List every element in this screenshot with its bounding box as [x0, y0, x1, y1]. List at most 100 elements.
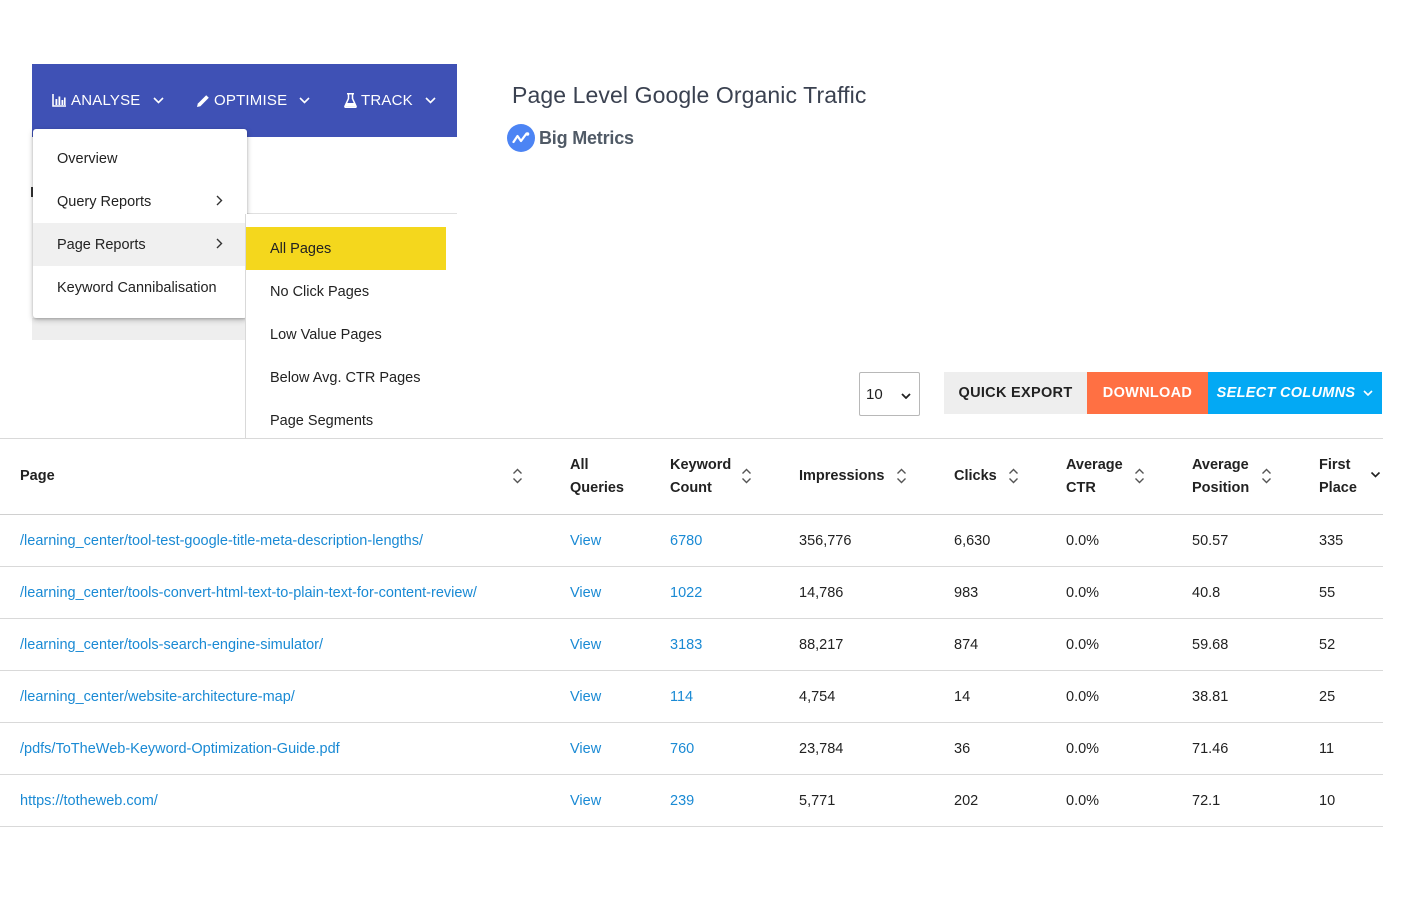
select-columns-label: SELECT COLUMNS: [1216, 385, 1356, 401]
submenu-item-below-avg-ctr-pages[interactable]: Below Avg. CTR Pages: [246, 356, 446, 399]
rows-per-page-select[interactable]: 10: [859, 372, 920, 416]
first-place-cell: 10: [1319, 792, 1336, 809]
submenu-item-low-value-pages[interactable]: Low Value Pages: [246, 313, 446, 356]
menu-item-label: Query Reports: [57, 193, 152, 210]
menu-item-page-reports[interactable]: Page Reports: [33, 223, 247, 266]
view-queries-link[interactable]: View: [570, 515, 601, 566]
keyword-count-link[interactable]: 239: [670, 775, 694, 826]
clicks-cell: 36: [954, 740, 971, 757]
column-header-label: Average: [1066, 456, 1123, 473]
nav-track[interactable]: TRACK: [344, 64, 436, 137]
impressions-cell: 88,217: [799, 636, 844, 653]
nav-optimise[interactable]: OPTIMISE: [196, 64, 310, 137]
sort-icon[interactable]: [1008, 467, 1019, 485]
submenu-item-label: Below Avg. CTR Pages: [270, 369, 421, 386]
clicks-cell: 874: [954, 636, 979, 653]
sort-desc-icon[interactable]: [1370, 471, 1381, 479]
sort-icon[interactable]: [741, 467, 752, 485]
page-reports-submenu: All Pages No Click Pages Low Value Pages…: [245, 214, 457, 438]
table-header: Page All Queries Keyword Count Impressio…: [0, 439, 1383, 515]
keyword-count-link[interactable]: 3183: [670, 619, 702, 670]
page-title: Page Level Google Organic Traffic: [512, 82, 867, 108]
page-link[interactable]: /learning_center/website-architecture-ma…: [20, 671, 295, 722]
view-queries-link[interactable]: View: [570, 723, 601, 774]
ctr-cell: 0.0%: [1066, 636, 1100, 653]
nav-track-label: TRACK: [361, 92, 413, 109]
rows-per-page-value: 10: [866, 385, 883, 403]
position-cell: 72.1: [1192, 792, 1221, 809]
chevron-right-icon: [216, 194, 223, 209]
big-metrics-logo-icon: [507, 124, 535, 152]
menu-item-keyword-cannibalisation[interactable]: Keyword Cannibalisation: [33, 266, 247, 309]
clicks-cell: 202: [954, 792, 979, 809]
page-link[interactable]: /learning_center/tools-search-engine-sim…: [20, 619, 323, 670]
first-place-cell: 25: [1319, 688, 1336, 705]
page-link[interactable]: /learning_center/tool-test-google-title-…: [20, 515, 423, 566]
table-row: /learning_center/tools-search-engine-sim…: [0, 619, 1383, 671]
page-link[interactable]: /pdfs/ToTheWeb-Keyword-Optimization-Guid…: [20, 723, 340, 774]
column-header-label: Queries: [570, 479, 624, 496]
clicks-cell: 983: [954, 584, 979, 601]
column-header-page[interactable]: Page: [20, 439, 55, 514]
view-queries-link[interactable]: View: [570, 619, 601, 670]
menu-item-label: Keyword Cannibalisation: [57, 279, 217, 296]
keyword-count-link[interactable]: 114: [670, 671, 693, 722]
view-queries-link[interactable]: View: [570, 775, 601, 826]
page-link[interactable]: https://totheweb.com/: [20, 775, 158, 826]
big-metrics-logo: Big Metrics: [507, 124, 634, 152]
table-row: /learning_center/tools-convert-html-text…: [0, 567, 1383, 619]
bar-chart-icon: [52, 94, 67, 107]
submenu-item-label: Page Segments: [270, 412, 374, 429]
column-header-label: First: [1319, 456, 1351, 473]
position-cell: 38.81: [1192, 688, 1229, 705]
column-header-average-position[interactable]: Average Position: [1192, 439, 1249, 514]
submenu-item-all-pages[interactable]: All Pages: [246, 227, 446, 270]
table-row: /learning_center/website-architecture-ma…: [0, 671, 1383, 723]
download-button[interactable]: DOWNLOAD: [1087, 372, 1208, 414]
view-queries-link[interactable]: View: [570, 671, 601, 722]
sort-icon[interactable]: [1134, 467, 1145, 485]
column-header-impressions[interactable]: Impressions: [799, 439, 884, 514]
column-header-label: Average: [1192, 456, 1249, 473]
chevron-right-icon: [216, 237, 223, 252]
column-header-all-queries[interactable]: All Queries: [570, 439, 624, 514]
submenu-item-label: All Pages: [270, 240, 332, 257]
nav-analyse-label: ANALYSE: [71, 92, 141, 109]
keyword-count-link[interactable]: 760: [670, 723, 694, 774]
analyse-dropdown-menu: Overview Query Reports Page Reports Keyw…: [33, 129, 247, 318]
quick-export-button[interactable]: QUICK EXPORT: [944, 372, 1087, 414]
page-link[interactable]: /learning_center/tools-convert-html-text…: [20, 567, 477, 618]
submenu-item-no-click-pages[interactable]: No Click Pages: [246, 270, 446, 313]
menu-item-query-reports[interactable]: Query Reports: [33, 180, 247, 223]
menu-item-label: Page Reports: [57, 236, 146, 253]
column-header-clicks[interactable]: Clicks: [954, 439, 997, 514]
impressions-cell: 4,754: [799, 688, 836, 705]
column-header-first-place[interactable]: First Place: [1319, 439, 1357, 514]
nav-analyse[interactable]: ANALYSE: [52, 64, 164, 137]
table-row: https://totheweb.com/ View 239 5,771 202…: [0, 775, 1383, 827]
flask-icon: [344, 93, 357, 108]
nav-optimise-label: OPTIMISE: [214, 92, 288, 109]
sort-icon[interactable]: [1261, 467, 1272, 485]
column-header-label: Impressions: [799, 468, 885, 484]
logo-text: Big Metrics: [539, 127, 634, 148]
view-queries-link[interactable]: View: [570, 567, 601, 618]
position-cell: 50.57: [1192, 532, 1229, 549]
clicks-cell: 6,630: [954, 532, 991, 549]
menu-item-overview[interactable]: Overview: [33, 137, 247, 180]
select-columns-button[interactable]: SELECT COLUMNS: [1208, 372, 1382, 414]
chevron-down-icon: [299, 97, 310, 104]
table-row: /learning_center/tool-test-google-title-…: [0, 515, 1383, 567]
keyword-count-link[interactable]: 6780: [670, 515, 702, 566]
sort-icon[interactable]: [512, 467, 523, 485]
column-header-average-ctr[interactable]: Average CTR: [1066, 439, 1123, 514]
position-cell: 71.46: [1192, 740, 1229, 757]
submenu-item-page-segments[interactable]: Page Segments: [246, 399, 446, 442]
sort-icon[interactable]: [896, 467, 907, 485]
pencil-icon: [196, 94, 210, 108]
column-header-keyword-count[interactable]: Keyword Count: [670, 439, 731, 514]
keyword-count-link[interactable]: 1022: [670, 567, 702, 618]
impressions-cell: 356,776: [799, 532, 852, 549]
chevron-down-icon: [901, 386, 911, 403]
first-place-cell: 11: [1319, 740, 1335, 757]
